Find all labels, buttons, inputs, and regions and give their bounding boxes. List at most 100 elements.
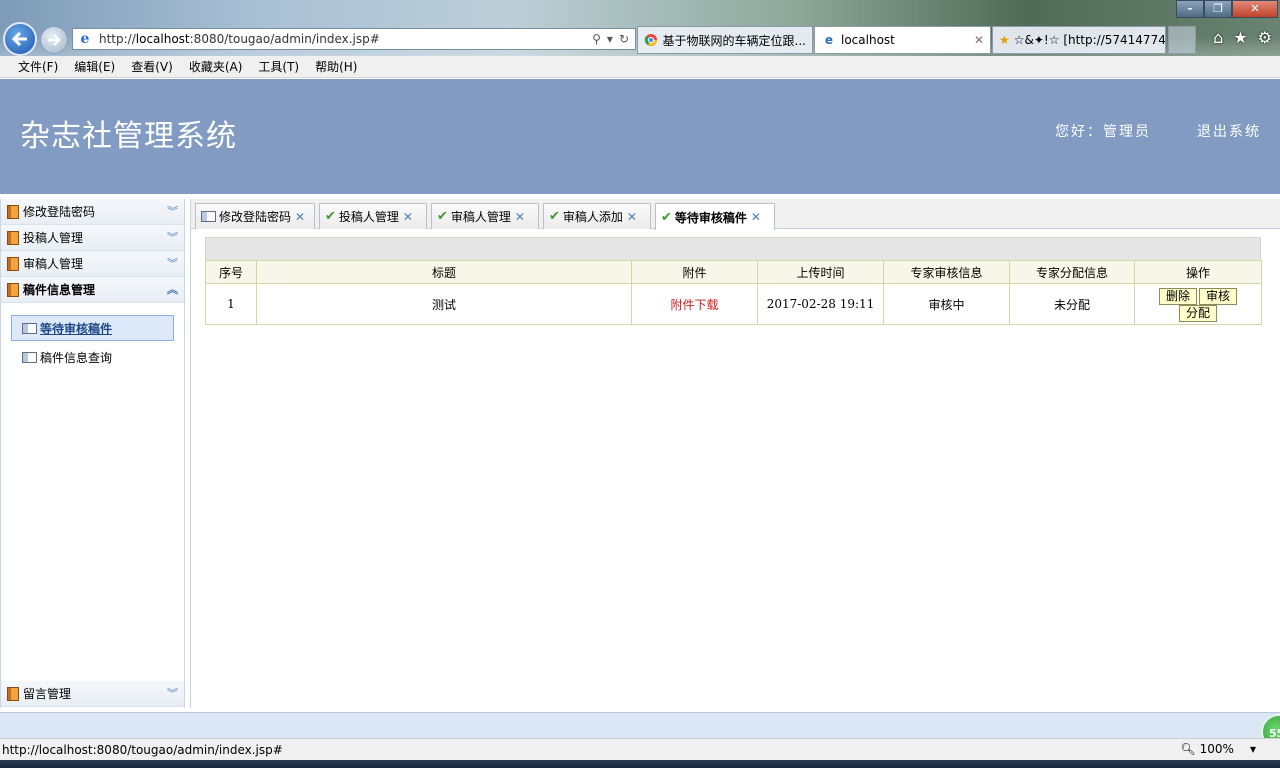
book-icon (7, 256, 19, 271)
menu-help[interactable]: 帮助(H) (315, 58, 357, 75)
sidebar-item-pending[interactable]: 等待审核稿件 (11, 315, 174, 341)
browser-tab[interactable]: 基于物联网的车辆定位跟... (637, 26, 813, 54)
tab-pending-manuscripts[interactable]: ✔ 等待审核稿件 ✕ (655, 203, 775, 230)
sidebar-group-reviewers[interactable]: 审稿人管理 ︾ (1, 251, 184, 277)
card-icon (201, 211, 216, 222)
column-header: 序号 (205, 260, 257, 284)
minimize-button[interactable]: – (1176, 0, 1204, 18)
restore-button[interactable]: ❐ (1204, 0, 1232, 18)
new-tab-button[interactable] (1168, 26, 1196, 54)
sidebar-item-query[interactable]: 稿件信息查询 (11, 344, 174, 370)
menu-favorites[interactable]: 收藏夹(A) (189, 58, 243, 75)
address-bar[interactable]: e http://localhost:8080/tougao/admin/ind… (72, 28, 636, 50)
refresh-icon[interactable]: ↻ (619, 32, 629, 46)
column-header: 专家审核信息 (883, 260, 1010, 284)
audit-button[interactable]: 审核 (1199, 288, 1238, 305)
close-window-button[interactable]: ✕ (1232, 0, 1278, 18)
status-bar: http://localhost:8080/tougao/admin/index… (0, 738, 1280, 760)
menu-edit[interactable]: 编辑(E) (74, 58, 115, 75)
favorites-icon[interactable]: ★ (1233, 28, 1247, 47)
tab-strip: 修改登陆密码 ✕ ✔ 投稿人管理 ✕ ✔ 审稿人管理 ✕ ✔ 审稿人添加 ✕ ✔… (191, 199, 1280, 230)
close-tab-icon[interactable]: ✕ (627, 210, 637, 224)
logout-link[interactable]: 退出系统 (1197, 123, 1261, 141)
chevron-up-icon[interactable]: ︽ (167, 284, 178, 295)
sidebar: 修改登陆密码 ︾ 投稿人管理 ︾ 审稿人管理 ︾ 稿件信息管理 ︽ 等待审核稿件… (0, 199, 185, 708)
book-icon (7, 204, 19, 219)
sidebar-group-authors[interactable]: 投稿人管理 ︾ (1, 225, 184, 251)
menu-tools[interactable]: 工具(T) (258, 58, 299, 75)
tab-reviewers[interactable]: ✔ 审稿人管理 ✕ (431, 203, 539, 229)
arrow-right-icon (48, 34, 61, 46)
main-panel: 修改登陆密码 ✕ ✔ 投稿人管理 ✕ ✔ 审稿人管理 ✕ ✔ 审稿人添加 ✕ ✔… (190, 199, 1280, 708)
chevron-down-icon[interactable]: ︾ (167, 688, 178, 699)
book-icon (7, 282, 19, 297)
chevron-down-icon[interactable]: ︾ (167, 232, 178, 243)
browser-tab[interactable]: ★ ☆&✦!☆ [http://57414774... (992, 26, 1166, 54)
row-title: 测试 (256, 283, 632, 325)
table-header-row: 序号 标题 附件 上传时间 专家审核信息 专家分配信息 操作 (205, 260, 1262, 284)
delete-button[interactable]: 删除 (1158, 288, 1197, 305)
book-icon (7, 230, 19, 245)
chevron-down-icon[interactable]: ︾ (167, 258, 178, 269)
card-icon (22, 322, 37, 334)
row-upload-time: 2017-02-28 19:11 (757, 283, 884, 325)
row-number: 1 (205, 283, 257, 325)
greeting-text: 您好：管理员 (1055, 124, 1151, 140)
ie-icon: e (80, 31, 90, 47)
manuscript-grid: 序号 标题 附件 上传时间 专家审核信息 专家分配信息 操作 1 测试 附件下载… (205, 237, 1262, 325)
card-icon (22, 351, 37, 363)
row-assign-status: 未分配 (1009, 283, 1135, 325)
close-tab-icon[interactable]: ✕ (403, 210, 413, 224)
close-tab-icon[interactable]: ✕ (515, 210, 525, 224)
menu-bar: 文件(F) 编辑(E) 查看(V) 收藏夹(A) 工具(T) 帮助(H) (0, 56, 1280, 78)
sidebar-group-manuscripts[interactable]: 稿件信息管理 ︽ (1, 277, 184, 303)
window-controls: – ❐ ✕ (1176, 0, 1278, 18)
chevron-down-icon[interactable]: ▾ (1250, 742, 1256, 756)
search-icon[interactable]: ⚲ (592, 32, 601, 46)
book-icon (7, 686, 19, 701)
tab-change-password[interactable]: 修改登陆密码 ✕ (195, 203, 315, 229)
address-url[interactable]: http://localhost:8080/tougao/admin/index… (99, 32, 592, 46)
back-button[interactable] (3, 22, 37, 56)
manuscript-table: 序号 标题 附件 上传时间 专家审核信息 专家分配信息 操作 1 测试 附件下载… (205, 260, 1262, 325)
grid-toolbar (205, 237, 1261, 260)
close-tab-icon[interactable]: ✕ (295, 210, 305, 224)
close-tab-icon[interactable]: ✕ (751, 210, 761, 224)
zoom-icon: 🔍︎ (1180, 742, 1196, 756)
home-icon[interactable]: ⌂ (1213, 28, 1223, 47)
gear-icon[interactable]: ⚙ (1258, 28, 1272, 47)
assign-button[interactable]: 分配 (1178, 305, 1217, 322)
forward-button[interactable] (40, 26, 68, 54)
tab-authors[interactable]: ✔ 投稿人管理 ✕ (319, 203, 427, 229)
dropdown-icon[interactable]: ▾ (607, 32, 613, 46)
status-url: http://localhost:8080/tougao/admin/index… (2, 742, 283, 757)
browser-tab-active[interactable]: e localhost ✕ (814, 26, 991, 54)
zoom-control[interactable]: 🔍︎ 100% ▾ (1180, 742, 1256, 756)
check-icon: ✔ (325, 209, 336, 224)
row-review-status: 审核中 (883, 283, 1010, 325)
tab-add-reviewer[interactable]: ✔ 审稿人添加 ✕ (543, 203, 651, 229)
taskbar (0, 760, 1280, 768)
chrome-icon (644, 32, 659, 48)
menu-file[interactable]: 文件(F) (18, 58, 58, 75)
close-tab-icon[interactable]: ✕ (968, 33, 984, 47)
menu-view[interactable]: 查看(V) (131, 58, 173, 75)
arrow-left-icon (11, 31, 27, 47)
column-header: 操作 (1134, 260, 1262, 284)
sidebar-group-messages[interactable]: 留言管理 ︾ (1, 681, 184, 707)
ie-icon: e (824, 33, 834, 47)
column-header: 标题 (256, 260, 632, 284)
star-icon: ★ (999, 33, 1010, 47)
column-header: 附件 (631, 260, 758, 284)
chevron-down-icon[interactable]: ︾ (167, 206, 178, 217)
table-row: 1 测试 附件下载 2017-02-28 19:11 审核中 未分配 删除 审核 … (205, 283, 1262, 325)
column-header: 上传时间 (757, 260, 884, 284)
app-footer (0, 712, 1280, 738)
sidebar-group-password[interactable]: 修改登陆密码 ︾ (1, 199, 184, 225)
check-icon: ✔ (661, 209, 672, 225)
app-header: 杂志社管理系统 您好：管理员 退出系统 (0, 79, 1280, 194)
attachment-download-link[interactable]: 附件下载 (631, 283, 758, 325)
check-icon: ✔ (549, 209, 560, 224)
sidebar-group-body: 等待审核稿件 稿件信息查询 (1, 303, 184, 682)
app-title: 杂志社管理系统 (20, 119, 237, 154)
